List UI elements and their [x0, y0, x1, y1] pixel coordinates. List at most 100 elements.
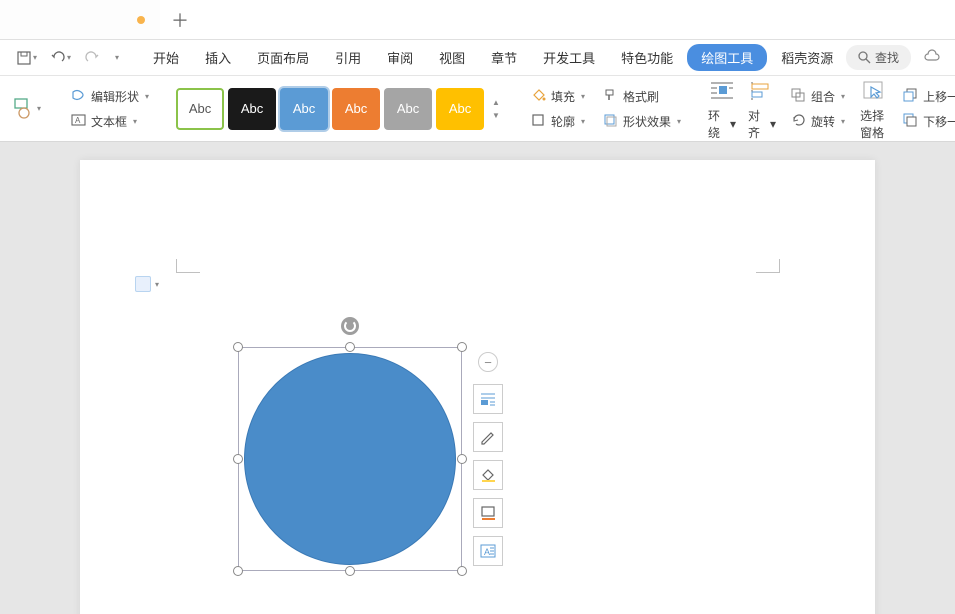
fill-button[interactable]: 填充▾ [527, 86, 589, 107]
style-swatch-1[interactable]: Abc [176, 88, 224, 130]
outline-button[interactable]: 轮廓▾ [527, 111, 589, 132]
menu-page-layout[interactable]: 页面布局 [245, 42, 321, 73]
wrap-icon [709, 80, 735, 102]
menu-bar: ▾ ▾ ▾ 开始 插入 页面布局 引用 审阅 视图 章节 开发工具 特色功能 绘… [0, 40, 955, 76]
chevron-down-icon: ▾ [155, 280, 159, 289]
menu-docer-resources[interactable]: 稻壳资源 [769, 42, 845, 73]
redo-button[interactable] [81, 46, 103, 70]
cloud-sync-button[interactable] [919, 45, 945, 70]
menu-dev-tools[interactable]: 开发工具 [531, 42, 607, 73]
format-painter-button[interactable]: 格式刷 [599, 86, 685, 107]
paragraph-icon [135, 276, 151, 292]
collapse-tools-button[interactable]: − [478, 352, 498, 372]
shape-effect-button[interactable]: 形状效果▾ [599, 111, 685, 132]
resize-handle-mr[interactable] [457, 454, 467, 464]
group-button[interactable]: 组合▾ [787, 86, 849, 107]
canvas-area[interactable]: ▾ − [0, 142, 955, 614]
fill-quick-button[interactable] [473, 460, 503, 490]
rotation-handle[interactable] [341, 317, 359, 335]
ribbon-format-group: 填充▾ 轮廓▾ [522, 86, 594, 132]
shape-effect-icon [603, 113, 619, 129]
style-swatch-6[interactable]: Abc [436, 88, 484, 130]
resize-handle-tr[interactable] [457, 342, 467, 352]
insert-shape-dropdown[interactable]: ▾ [9, 94, 45, 124]
rotate-icon [791, 113, 807, 129]
edit-shape-icon [71, 88, 87, 104]
ribbon-layer-group: 上移一层▾ 下移一层▾ [894, 86, 955, 132]
svg-text:A: A [75, 116, 81, 125]
shape-quick-tools: − A [473, 352, 503, 566]
layout-options-icon [479, 391, 497, 407]
move-down-button[interactable]: 下移一层▾ [899, 111, 955, 132]
menu-view[interactable]: 视图 [427, 42, 477, 73]
search-icon [858, 51, 871, 64]
resize-handle-ml[interactable] [233, 454, 243, 464]
style-swatch-4[interactable]: Abc [332, 88, 380, 130]
style-swatch-2[interactable]: Abc [228, 88, 276, 130]
style-swatch-5[interactable]: Abc [384, 88, 432, 130]
select-pane-button[interactable]: 选择窗格 [854, 73, 894, 145]
group-icon [791, 88, 807, 104]
ribbon-format-group-2: 格式刷 形状效果▾ [594, 86, 690, 132]
text-options-icon: A [479, 543, 497, 559]
text-quick-button[interactable]: A [473, 536, 503, 566]
document-page[interactable]: ▾ − [80, 160, 875, 614]
undo-icon [51, 51, 65, 65]
move-up-button[interactable]: 上移一层▾ [899, 86, 955, 107]
menu-features[interactable]: 特色功能 [609, 42, 685, 73]
undo-button[interactable]: ▾ [47, 46, 75, 70]
text-box-button[interactable]: A 文本框▾ [67, 111, 153, 132]
document-tab[interactable] [0, 0, 160, 39]
select-pane-icon [861, 79, 887, 103]
menu-tabs: 开始 插入 页面布局 引用 审阅 视图 章节 开发工具 特色功能 绘图工具 稻壳… [141, 42, 845, 73]
menu-chapter[interactable]: 章节 [479, 42, 529, 73]
redo-icon [85, 51, 99, 65]
layout-options-button[interactable] [473, 384, 503, 414]
cloud-icon [923, 49, 941, 63]
margin-marker-left [176, 259, 200, 273]
outline-quick-button[interactable] [473, 498, 503, 528]
align-icon [749, 80, 775, 102]
menu-drawing-tools[interactable]: 绘图工具 [687, 44, 767, 71]
fill-icon [531, 88, 547, 104]
rotate-button[interactable]: 旋转▾ [787, 111, 849, 132]
move-up-icon [903, 88, 919, 104]
search-button[interactable]: 查找 [846, 45, 911, 70]
resize-handle-bm[interactable] [345, 566, 355, 576]
pencil-icon [479, 429, 497, 445]
qat-more-button[interactable]: ▾ [109, 46, 123, 70]
ribbon: ▾ 编辑形状▾ A 文本框▾ Abc Abc Abc Abc Abc Abc ▲… [0, 76, 955, 142]
resize-handle-bl[interactable] [233, 566, 243, 576]
paragraph-layout-control[interactable]: ▾ [135, 276, 159, 292]
outline-icon [531, 113, 547, 129]
shape-style-gallery: Abc Abc Abc Abc Abc Abc ▲▼ [170, 88, 510, 130]
save-button[interactable]: ▾ [13, 46, 41, 70]
selection-bounding-box [238, 347, 462, 571]
menu-insert[interactable]: 插入 [193, 42, 243, 73]
edit-shape-button[interactable]: 编辑形状▾ [67, 86, 153, 107]
style-gallery-more[interactable]: ▲▼ [488, 88, 504, 130]
ribbon-arrange-group: 组合▾ 旋转▾ [782, 86, 854, 132]
ribbon-edit-group: 编辑形状▾ A 文本框▾ [62, 86, 158, 132]
menu-right-controls: 查找 [846, 45, 955, 70]
align-button[interactable]: 对齐▾ [742, 73, 782, 145]
search-label: 查找 [875, 49, 899, 66]
selected-shape[interactable] [238, 347, 462, 571]
save-icon [17, 51, 31, 65]
outline-quick-icon [479, 505, 497, 521]
resize-handle-br[interactable] [457, 566, 467, 576]
ribbon-shape-insert: ▾ [4, 94, 50, 124]
tab-bar: ＋ [0, 0, 955, 40]
new-tab-button[interactable]: ＋ [160, 0, 200, 39]
menu-review[interactable]: 审阅 [375, 42, 425, 73]
menu-references[interactable]: 引用 [323, 42, 373, 73]
resize-handle-tl[interactable] [233, 342, 243, 352]
resize-handle-tm[interactable] [345, 342, 355, 352]
menu-start[interactable]: 开始 [141, 42, 191, 73]
move-down-icon [903, 113, 919, 129]
edit-points-button[interactable] [473, 422, 503, 452]
style-swatch-3[interactable]: Abc [280, 88, 328, 130]
wrap-button[interactable]: 环绕▾ [702, 73, 742, 145]
margin-marker-right [756, 259, 780, 273]
quick-access-toolbar: ▾ ▾ ▾ [5, 46, 131, 70]
